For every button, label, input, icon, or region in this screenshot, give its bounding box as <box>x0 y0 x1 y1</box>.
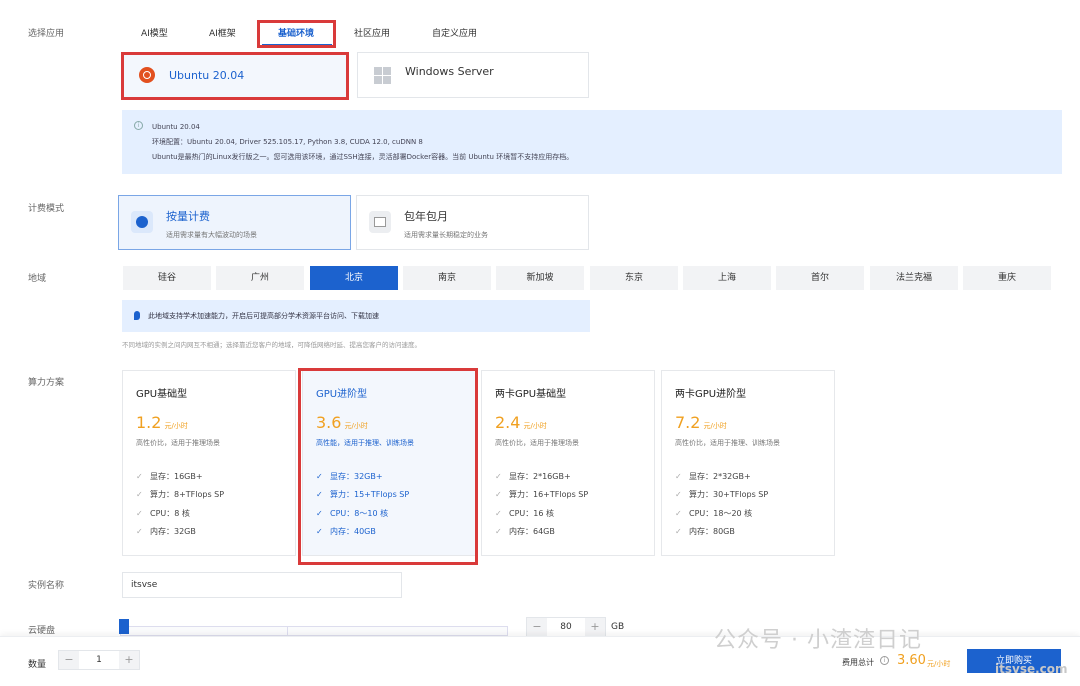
plan-spec: ✓ 算力：30+TFlops SP <box>675 490 769 499</box>
plan-spec: ✓ CPU：16 核 <box>495 509 554 518</box>
plan-desc: 高性价比，适用于推理、训练场景 <box>675 439 780 447</box>
os-card-windows[interactable]: Windows Server <box>357 52 589 98</box>
check-icon: ✓ <box>675 527 682 536</box>
watermark-text: 公众号 · 小渣渣日记 <box>714 628 922 653</box>
region-option[interactable]: 新加坡 <box>496 266 584 290</box>
plan-spec: ✓ CPU：18～20 核 <box>675 509 753 518</box>
total-price: 3.60 <box>897 653 926 668</box>
plan-spec: ✓ CPU：8 核 <box>136 509 190 518</box>
academic-accel-notice: 此地域支持学术加速能力，开启后可提高部分学术资源平台访问、下载加速 <box>122 300 590 332</box>
compute-label: 算力方案 <box>28 378 65 388</box>
env-info-config: 环境配置：Ubuntu 20.04, Driver 525.105.17, Py… <box>152 138 423 146</box>
instance-name-input[interactable]: itsvse <box>122 572 402 598</box>
disk-unit: GB <box>611 622 625 632</box>
quantity-stepper: − 1 + <box>58 650 140 670</box>
disk-size-slider[interactable] <box>120 626 508 636</box>
quantity-minus-button[interactable]: − <box>59 651 79 669</box>
disk-plus-button[interactable]: + <box>585 618 605 636</box>
region-option[interactable]: 硅谷 <box>123 266 211 290</box>
region-option[interactable]: 广州 <box>216 266 304 290</box>
plan-name: 两卡GPU进阶型 <box>675 389 747 400</box>
info-icon: i <box>134 121 143 130</box>
windows-icon <box>374 66 391 84</box>
highlight-box-plan <box>298 368 478 565</box>
disk-slider-handle[interactable] <box>119 619 129 634</box>
instance-name-label: 实例名称 <box>28 581 65 591</box>
plan-price: 1.2 元/小时 <box>136 413 188 432</box>
plan-price: 2.4 元/小时 <box>495 413 547 432</box>
quantity-label: 数量 <box>28 660 47 670</box>
total-label: 费用总计 <box>842 658 874 667</box>
disk-minus-button[interactable]: − <box>527 618 547 636</box>
plan-desc: 高性价比，适用于推理场景 <box>136 439 220 447</box>
check-icon: ✓ <box>675 490 682 499</box>
plan-spec: ✓ 内存：80GB <box>675 527 735 536</box>
check-icon: ✓ <box>495 490 502 499</box>
billing-title: 按量计费 <box>166 210 210 223</box>
billing-subscription[interactable]: 包年包月 适用需求量长期稳定的业务 <box>356 195 589 250</box>
check-icon: ✓ <box>495 472 502 481</box>
plan-spec: ✓ 显存：2*32GB+ <box>675 472 751 481</box>
billing-mode-label: 计费模式 <box>28 204 65 214</box>
plan-price: 7.2 元/小时 <box>675 413 727 432</box>
check-icon: ✓ <box>495 509 502 518</box>
plan-card-dual-gpu-basic[interactable]: 两卡GPU基础型 2.4 元/小时 高性价比，适用于推理场景 ✓ 显存：2*16GB… <box>481 370 655 556</box>
accel-note-text: 此地域支持学术加速能力，开启后可提高部分学术资源平台访问、下载加速 <box>148 312 379 320</box>
plan-desc: 高性价比，适用于推理场景 <box>495 439 579 447</box>
check-icon: ✓ <box>136 527 143 536</box>
info-icon[interactable]: i <box>880 656 889 665</box>
plan-spec: ✓ 内存：64GB <box>495 527 555 536</box>
env-info-title: Ubuntu 20.04 <box>152 123 200 131</box>
highlight-box-ubuntu <box>121 52 349 100</box>
cloud-disk-label: 云硬盘 <box>28 626 56 636</box>
pay-as-you-go-icon <box>131 211 153 233</box>
quantity-value[interactable]: 1 <box>79 655 119 665</box>
region-option[interactable]: 上海 <box>683 266 771 290</box>
region-option[interactable]: 重庆 <box>963 266 1051 290</box>
plan-name: GPU基础型 <box>136 389 188 400</box>
watermark-site: itsvse.com <box>995 662 1068 676</box>
plan-spec: ✓ 显存：16GB+ <box>136 472 203 481</box>
plan-spec: ✓ 显存：2*16GB+ <box>495 472 571 481</box>
os-name: Windows Server <box>405 64 494 78</box>
tab-ai-framework[interactable]: AI框架 <box>209 26 236 39</box>
location-pin-icon <box>134 311 140 320</box>
env-info-desc: Ubuntu是最热门的Linux发行版之一。您可选用该环境，通过SSH连接，灵活… <box>152 153 574 161</box>
calendar-icon <box>369 211 391 233</box>
plan-name: 两卡GPU基础型 <box>495 389 567 400</box>
billing-desc: 适用需求量有大幅波动的场景 <box>166 231 257 239</box>
region-option[interactable]: 法兰克福 <box>870 266 958 290</box>
disk-size-stepper: − 80 + <box>526 617 606 637</box>
region-option[interactable]: 南京 <box>403 266 491 290</box>
check-icon: ✓ <box>136 490 143 499</box>
plan-spec: ✓ 内存：32GB <box>136 527 196 536</box>
region-hint: 不同地域的实例之间内网互不相通；选择靠近您客户的地域，可降低网络时延、提高您客户… <box>122 341 421 349</box>
tab-custom-app[interactable]: 自定义应用 <box>432 26 477 39</box>
check-icon: ✓ <box>495 527 502 536</box>
check-icon: ✓ <box>675 509 682 518</box>
total-unit: 元/小时 <box>927 660 951 668</box>
check-icon: ✓ <box>136 472 143 481</box>
tab-ai-model[interactable]: AI模型 <box>141 26 168 39</box>
plan-card-dual-gpu-advanced[interactable]: 两卡GPU进阶型 7.2 元/小时 高性价比，适用于推理、训练场景 ✓ 显存：2*3… <box>661 370 835 556</box>
check-icon: ✓ <box>136 509 143 518</box>
plan-spec: ✓ 算力：8+TFlops SP <box>136 490 225 499</box>
region-label: 地域 <box>28 274 47 284</box>
quantity-plus-button[interactable]: + <box>119 651 139 669</box>
tab-community-app[interactable]: 社区应用 <box>354 26 390 39</box>
billing-desc: 适用需求量长期稳定的业务 <box>404 231 488 239</box>
highlight-box-tab <box>257 20 336 48</box>
region-option-selected[interactable]: 北京 <box>310 266 398 290</box>
select-app-label: 选择应用 <box>28 29 65 39</box>
region-option[interactable]: 首尔 <box>776 266 864 290</box>
billing-pay-as-you-go[interactable]: 按量计费 适用需求量有大幅波动的场景 <box>118 195 351 250</box>
plan-spec: ✓ 算力：16+TFlops SP <box>495 490 589 499</box>
billing-title: 包年包月 <box>404 210 448 223</box>
env-info-panel: i Ubuntu 20.04 环境配置：Ubuntu 20.04, Driver… <box>122 110 1062 174</box>
check-icon: ✓ <box>675 472 682 481</box>
plan-card-gpu-basic[interactable]: GPU基础型 1.2 元/小时 高性价比，适用于推理场景 ✓ 显存：16GB+ ✓ 算… <box>122 370 296 556</box>
disk-size-value[interactable]: 80 <box>547 622 585 632</box>
region-option[interactable]: 东京 <box>590 266 678 290</box>
